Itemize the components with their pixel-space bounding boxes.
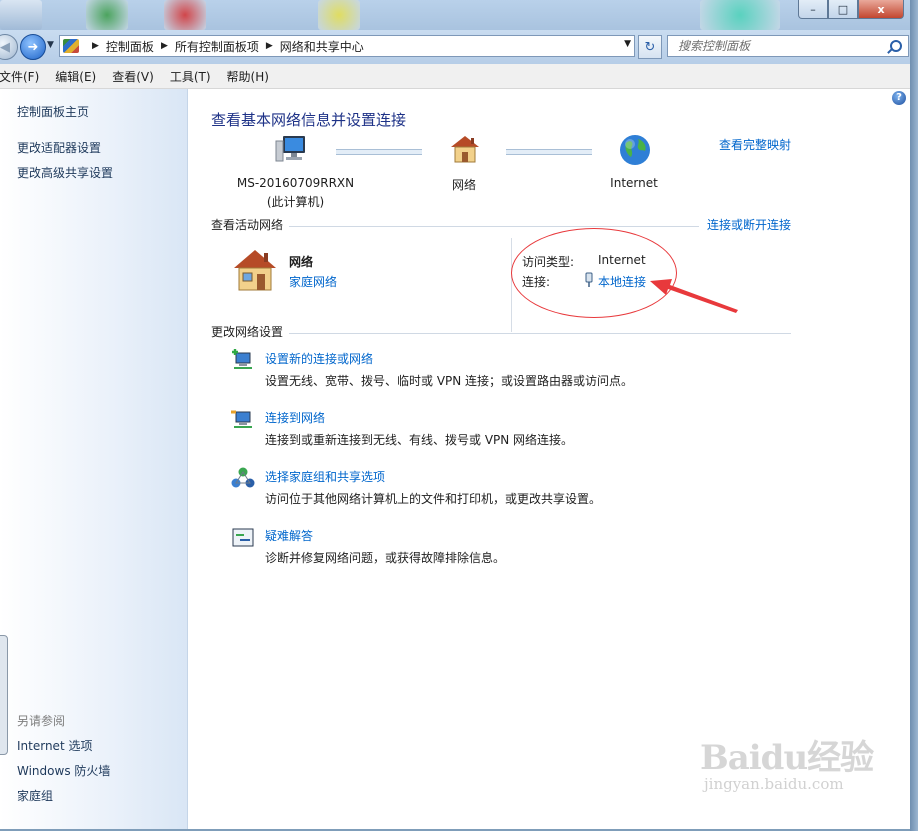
change-settings-header: 更改网络设置	[211, 325, 284, 339]
sidebar-link-homegroup[interactable]: 家庭组	[17, 787, 53, 804]
network-node-label: 网络	[451, 178, 476, 192]
connect-disconnect-link[interactable]: 连接或断开连接	[707, 216, 791, 233]
task-troubleshoot-desc: 诊断并修复网络问题，或获得故障排除信息。	[265, 551, 506, 565]
homegroup-icon[interactable]	[230, 466, 256, 490]
thumbnail-icon	[318, 0, 360, 30]
breadcrumb-control-panel[interactable]: 控制面板	[106, 38, 154, 55]
network-category-link[interactable]: 家庭网络	[289, 273, 337, 290]
window-controls: – □ x	[798, 0, 904, 19]
vertical-divider	[511, 238, 512, 332]
sidebar: 控制面板主页 更改适配器设置 更改高级共享设置 另请参阅 Internet 选项…	[0, 89, 188, 829]
search-input[interactable]	[676, 38, 880, 54]
task-new-connection[interactable]: 设置新的连接或网络	[265, 350, 373, 367]
search-icon[interactable]	[890, 40, 902, 52]
search-box	[667, 35, 909, 57]
watermark-logo: Baidu经验	[700, 738, 874, 778]
sidebar-link-advanced-sharing[interactable]: 更改高级共享设置	[17, 164, 113, 181]
active-networks-header: 查看活动网络	[211, 218, 284, 232]
desktop-edge	[910, 0, 918, 831]
chevron-down-icon: ▼	[47, 40, 54, 50]
menu-view[interactable]: 查看(V)	[112, 68, 162, 85]
forward-button[interactable]: ➜	[20, 34, 46, 60]
refresh-button[interactable]: ↻	[638, 35, 662, 59]
arrow-right-icon: ➜	[27, 39, 39, 55]
task-connect-network[interactable]: 连接到网络	[265, 409, 325, 426]
watermark-url: jingyan.baidu.com	[704, 775, 844, 793]
maximize-button[interactable]: □	[828, 0, 858, 19]
view-full-map-link[interactable]: 查看完整映射	[719, 136, 791, 153]
menu-edit[interactable]: 编辑(E)	[55, 68, 104, 85]
thumbnail-icon	[164, 0, 206, 30]
network-house-icon[interactable]	[447, 133, 483, 165]
breadcrumb-network-center[interactable]: 网络和共享中心	[280, 38, 364, 55]
control-panel-icon	[63, 39, 79, 53]
back-button[interactable]: ◀	[0, 34, 18, 60]
side-flyout-tab	[0, 635, 8, 755]
breadcrumb-separator-icon[interactable]: ▶	[92, 41, 99, 51]
refresh-icon: ↻	[644, 39, 656, 55]
menu-bar: 文件(F) 编辑(E) 查看(V) 工具(T) 帮助(H)	[0, 64, 910, 89]
minimize-button[interactable]: –	[798, 0, 828, 19]
active-network-name: 网络	[289, 255, 314, 269]
breadcrumb-separator-icon[interactable]: ▶	[266, 41, 273, 51]
sidebar-link-control-panel-home[interactable]: 控制面板主页	[17, 103, 89, 120]
sidebar-link-windows-firewall[interactable]: Windows 防火墙	[17, 762, 110, 779]
thumbnail-icon	[86, 0, 128, 30]
home-network-icon	[234, 250, 276, 291]
task-connect-network-desc: 连接到或重新连接到无线、有线、拨号或 VPN 网络连接。	[265, 433, 574, 447]
task-new-connection-desc: 设置无线、宽带、拨号、临时或 VPN 连接；或设置路由器或访问点。	[265, 374, 634, 388]
address-bar[interactable]: ▶ 控制面板 ▶ 所有控制面板项 ▶ 网络和共享中心 ▼	[59, 35, 635, 57]
baidu-watermark: Baidu经验 jingyan.baidu.com	[700, 730, 874, 793]
help-icon[interactable]: ?	[892, 91, 906, 105]
internet-globe-icon[interactable]	[618, 133, 652, 167]
connection-line	[336, 149, 422, 155]
chevron-down-icon[interactable]: ▼	[624, 39, 631, 49]
computer-icon[interactable]	[274, 133, 310, 165]
see-also-title: 另请参阅	[17, 714, 66, 728]
control-panel-window: – □ x ◀ ➜ ▼ ▶ 控制面板 ▶ 所有控制面板项 ▶ 网络和共享中心 ▼…	[0, 0, 911, 829]
section-divider	[289, 226, 699, 227]
troubleshoot-icon[interactable]	[230, 526, 256, 550]
section-divider	[289, 333, 791, 334]
connect-network-icon[interactable]	[230, 407, 256, 431]
menu-tools[interactable]: 工具(T)	[170, 68, 219, 85]
recent-pages-dropdown[interactable]: ▼	[47, 40, 54, 50]
thumbnail-icon	[0, 0, 42, 30]
breadcrumb-all-items[interactable]: 所有控制面板项	[175, 38, 259, 55]
new-connection-icon[interactable]	[230, 348, 256, 372]
page-title: 查看基本网络信息并设置连接	[211, 111, 407, 129]
sidebar-link-adapter-settings[interactable]: 更改适配器设置	[17, 139, 101, 156]
breadcrumb-separator-icon[interactable]: ▶	[161, 41, 168, 51]
title-bar: – □ x	[0, 0, 910, 30]
computer-subtitle: (此计算机)	[266, 195, 325, 209]
task-homegroup-desc: 访问位于其他网络计算机上的文件和打印机，或更改共享设置。	[265, 492, 602, 506]
internet-node-label: Internet	[610, 176, 658, 190]
menu-file[interactable]: 文件(F)	[0, 68, 47, 85]
arrow-left-icon: ◀	[0, 39, 10, 55]
navigation-bar: ◀ ➜ ▼ ▶ 控制面板 ▶ 所有控制面板项 ▶ 网络和共享中心 ▼ ↻	[0, 30, 910, 64]
task-troubleshoot[interactable]: 疑难解答	[265, 527, 313, 544]
task-homegroup[interactable]: 选择家庭组和共享选项	[265, 468, 385, 485]
computer-name: MS-20160709RRXN	[236, 176, 355, 190]
main-content: ? 查看基本网络信息并设置连接 查看完整映射 MS-20160709RRXN (…	[188, 89, 910, 829]
menu-help[interactable]: 帮助(H)	[227, 68, 277, 85]
annotation-arrow-icon	[650, 279, 738, 313]
connection-line	[506, 149, 592, 155]
close-button[interactable]: x	[858, 0, 904, 19]
taskbar-thumbnails	[0, 0, 790, 30]
sidebar-link-internet-options[interactable]: Internet 选项	[17, 737, 92, 754]
thumbnail-icon	[700, 0, 780, 30]
